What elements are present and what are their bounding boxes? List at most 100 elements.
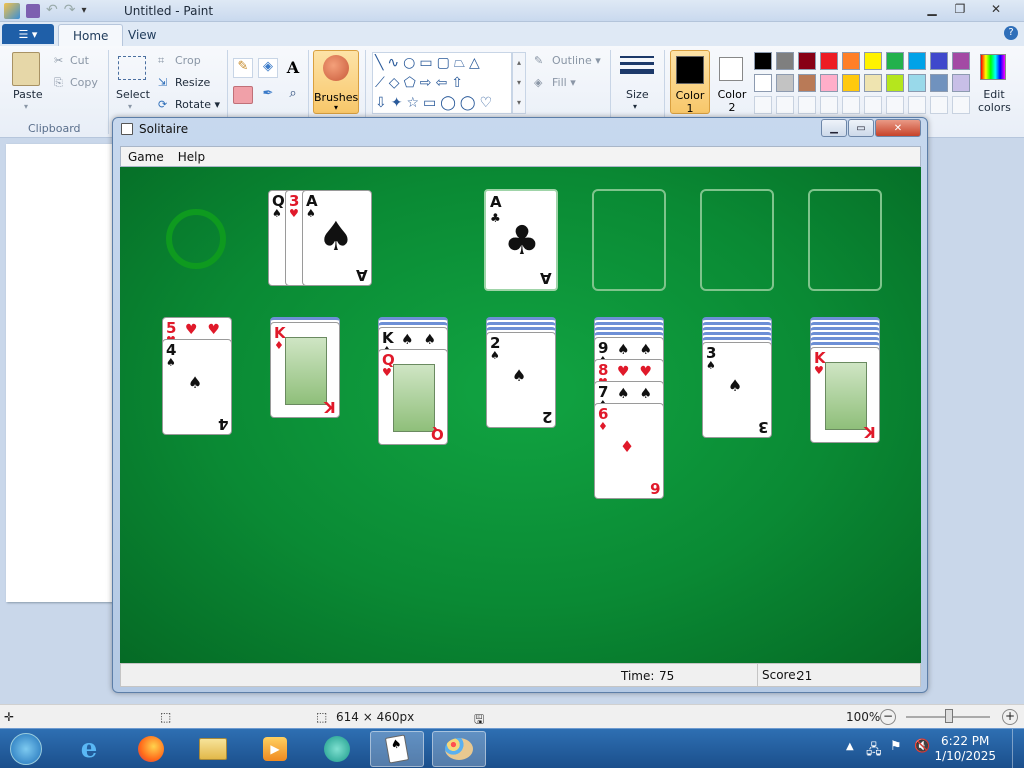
custom-color-slot[interactable] — [908, 96, 926, 114]
custom-color-slot[interactable] — [798, 96, 816, 114]
shapes-gallery[interactable]: ╲∿○▭▢⏢△ ⟋◇⬠⇨⇦⇧ ⇩✦☆▭◯◯♡ — [372, 52, 512, 114]
palette-swatch[interactable] — [864, 52, 882, 70]
zoom-out-button[interactable]: − — [880, 709, 896, 725]
redo-icon[interactable]: ↷ — [64, 3, 76, 19]
palette-swatch[interactable] — [930, 74, 948, 92]
solitaire-maximize-button[interactable]: ▭ — [848, 119, 874, 137]
palette-swatch[interactable] — [776, 74, 794, 92]
minimize-button[interactable]: ▁ — [918, 0, 946, 18]
brushes-button[interactable]: Brushes ▾ — [313, 50, 359, 114]
shapes-scroll[interactable]: ▴ ▾ ▾ — [512, 52, 526, 114]
show-desktop-button[interactable] — [1012, 729, 1024, 768]
internet-explorer-icon[interactable]: e — [62, 731, 116, 767]
custom-color-slot[interactable] — [842, 96, 860, 114]
resize-button[interactable]: Resize — [175, 76, 210, 89]
paint-app-icon[interactable] — [4, 3, 20, 19]
playing-card[interactable]: 4 ♠ ♠ 4 — [162, 339, 232, 435]
select-icon[interactable] — [118, 56, 146, 80]
card-rank-bottom: 3 — [757, 418, 768, 436]
solitaire-title-bar: Solitaire — [121, 122, 188, 136]
start-button[interactable] — [2, 731, 50, 767]
magnifier-icon[interactable]: ⌕ — [283, 86, 303, 106]
paste-icon[interactable] — [12, 52, 40, 86]
live-messenger-icon[interactable] — [310, 731, 364, 767]
copy-button[interactable]: Copy — [70, 76, 98, 89]
paste-button[interactable]: Paste — [13, 88, 43, 101]
custom-color-slot[interactable] — [754, 96, 772, 114]
action-center-flag-icon[interactable]: ⚑ — [890, 739, 902, 754]
zoom-in-button[interactable]: + — [1002, 709, 1018, 725]
palette-swatch[interactable] — [798, 74, 816, 92]
text-tool-icon[interactable]: A — [283, 58, 303, 78]
paint-taskbar-button[interactable] — [432, 731, 486, 767]
palette-swatch[interactable] — [754, 74, 772, 92]
eraser-icon[interactable] — [233, 86, 253, 104]
size-button[interactable]: Size — [626, 88, 649, 101]
cut-button[interactable]: Cut — [70, 54, 89, 67]
palette-swatch[interactable] — [864, 74, 882, 92]
solitaire-minimize-button[interactable]: ▁ — [821, 119, 847, 137]
file-explorer-icon[interactable] — [186, 731, 240, 767]
palette-swatch[interactable] — [776, 52, 794, 70]
custom-color-slot[interactable] — [930, 96, 948, 114]
volume-muted-icon[interactable]: 🔇 — [914, 739, 930, 754]
solitaire-taskbar-button[interactable]: ♠ — [370, 731, 424, 767]
close-button[interactable]: ✕ — [974, 0, 1018, 18]
edit-colors-button[interactable]: Edit colors — [978, 88, 1011, 114]
playing-card[interactable]: 3 ♠ ♠ 3 — [702, 342, 772, 438]
help-icon[interactable]: ? — [1004, 26, 1018, 40]
playing-card[interactable]: K ♦ K — [270, 322, 340, 418]
restore-button[interactable]: ❐ — [946, 0, 974, 18]
tab-view[interactable]: View — [114, 24, 170, 46]
crop-button[interactable]: Crop — [175, 54, 201, 67]
file-menu-button[interactable]: ☰ ▾ — [2, 24, 54, 44]
palette-swatch[interactable] — [842, 52, 860, 70]
zoom-slider-thumb[interactable] — [945, 709, 953, 723]
playing-card[interactable]: Q ♥ Q — [378, 349, 448, 445]
palette-swatch[interactable] — [930, 52, 948, 70]
pencil-icon[interactable]: ✎ — [233, 58, 253, 78]
palette-swatch[interactable] — [908, 52, 926, 70]
color-picker-icon[interactable]: ✒ — [258, 86, 278, 106]
playing-card[interactable]: 2 ♠ ♠ 2 — [486, 332, 556, 428]
system-clock[interactable]: 6:22 PM 1/10/2025 — [934, 734, 996, 764]
playing-card[interactable]: 6 ♦ ♦ 6 — [594, 403, 664, 499]
custom-color-slot[interactable] — [820, 96, 838, 114]
playing-card[interactable]: K ♥ K — [810, 347, 880, 443]
show-hidden-icons[interactable]: ▲ — [846, 741, 854, 752]
custom-color-slot[interactable] — [864, 96, 882, 114]
palette-swatch[interactable] — [842, 74, 860, 92]
fill-bucket-icon[interactable]: ◈ — [258, 58, 278, 78]
fill-button[interactable]: Fill ▾ — [552, 76, 576, 89]
custom-color-slot[interactable] — [886, 96, 904, 114]
palette-swatch[interactable] — [908, 74, 926, 92]
select-button[interactable]: Select — [116, 88, 150, 101]
palette-swatch[interactable] — [754, 52, 772, 70]
drawing-canvas[interactable] — [6, 144, 114, 602]
save-icon[interactable] — [26, 4, 40, 18]
menu-game[interactable]: Game — [121, 147, 171, 166]
palette-swatch[interactable] — [886, 52, 904, 70]
palette-swatch[interactable] — [952, 74, 970, 92]
outline-button[interactable]: Outline ▾ — [552, 54, 601, 67]
undo-icon[interactable]: ↶ — [46, 3, 58, 19]
firefox-icon[interactable] — [124, 731, 178, 767]
palette-swatch[interactable] — [886, 74, 904, 92]
palette-swatch[interactable] — [820, 52, 838, 70]
custom-color-slot[interactable] — [952, 96, 970, 114]
edit-colors-icon[interactable] — [980, 54, 1006, 80]
color2-button[interactable]: Color 2 — [714, 50, 750, 114]
palette-swatch[interactable] — [952, 52, 970, 70]
palette-swatch[interactable] — [820, 74, 838, 92]
palette-swatch[interactable] — [798, 52, 816, 70]
solitaire-close-button[interactable]: ✕ — [875, 119, 921, 137]
size-icon[interactable] — [620, 54, 654, 80]
media-player-icon[interactable]: ▶ — [248, 731, 302, 767]
menu-help[interactable]: Help — [171, 147, 212, 166]
rotate-button[interactable]: Rotate ▾ — [175, 98, 220, 111]
network-icon[interactable]: 🖧 — [866, 739, 882, 763]
qat-dropdown-icon[interactable]: ▾ — [81, 3, 86, 19]
color1-button[interactable]: Color 1 — [670, 50, 710, 115]
custom-color-slot[interactable] — [776, 96, 794, 114]
card-top-pips: ♠♠ — [401, 332, 447, 348]
